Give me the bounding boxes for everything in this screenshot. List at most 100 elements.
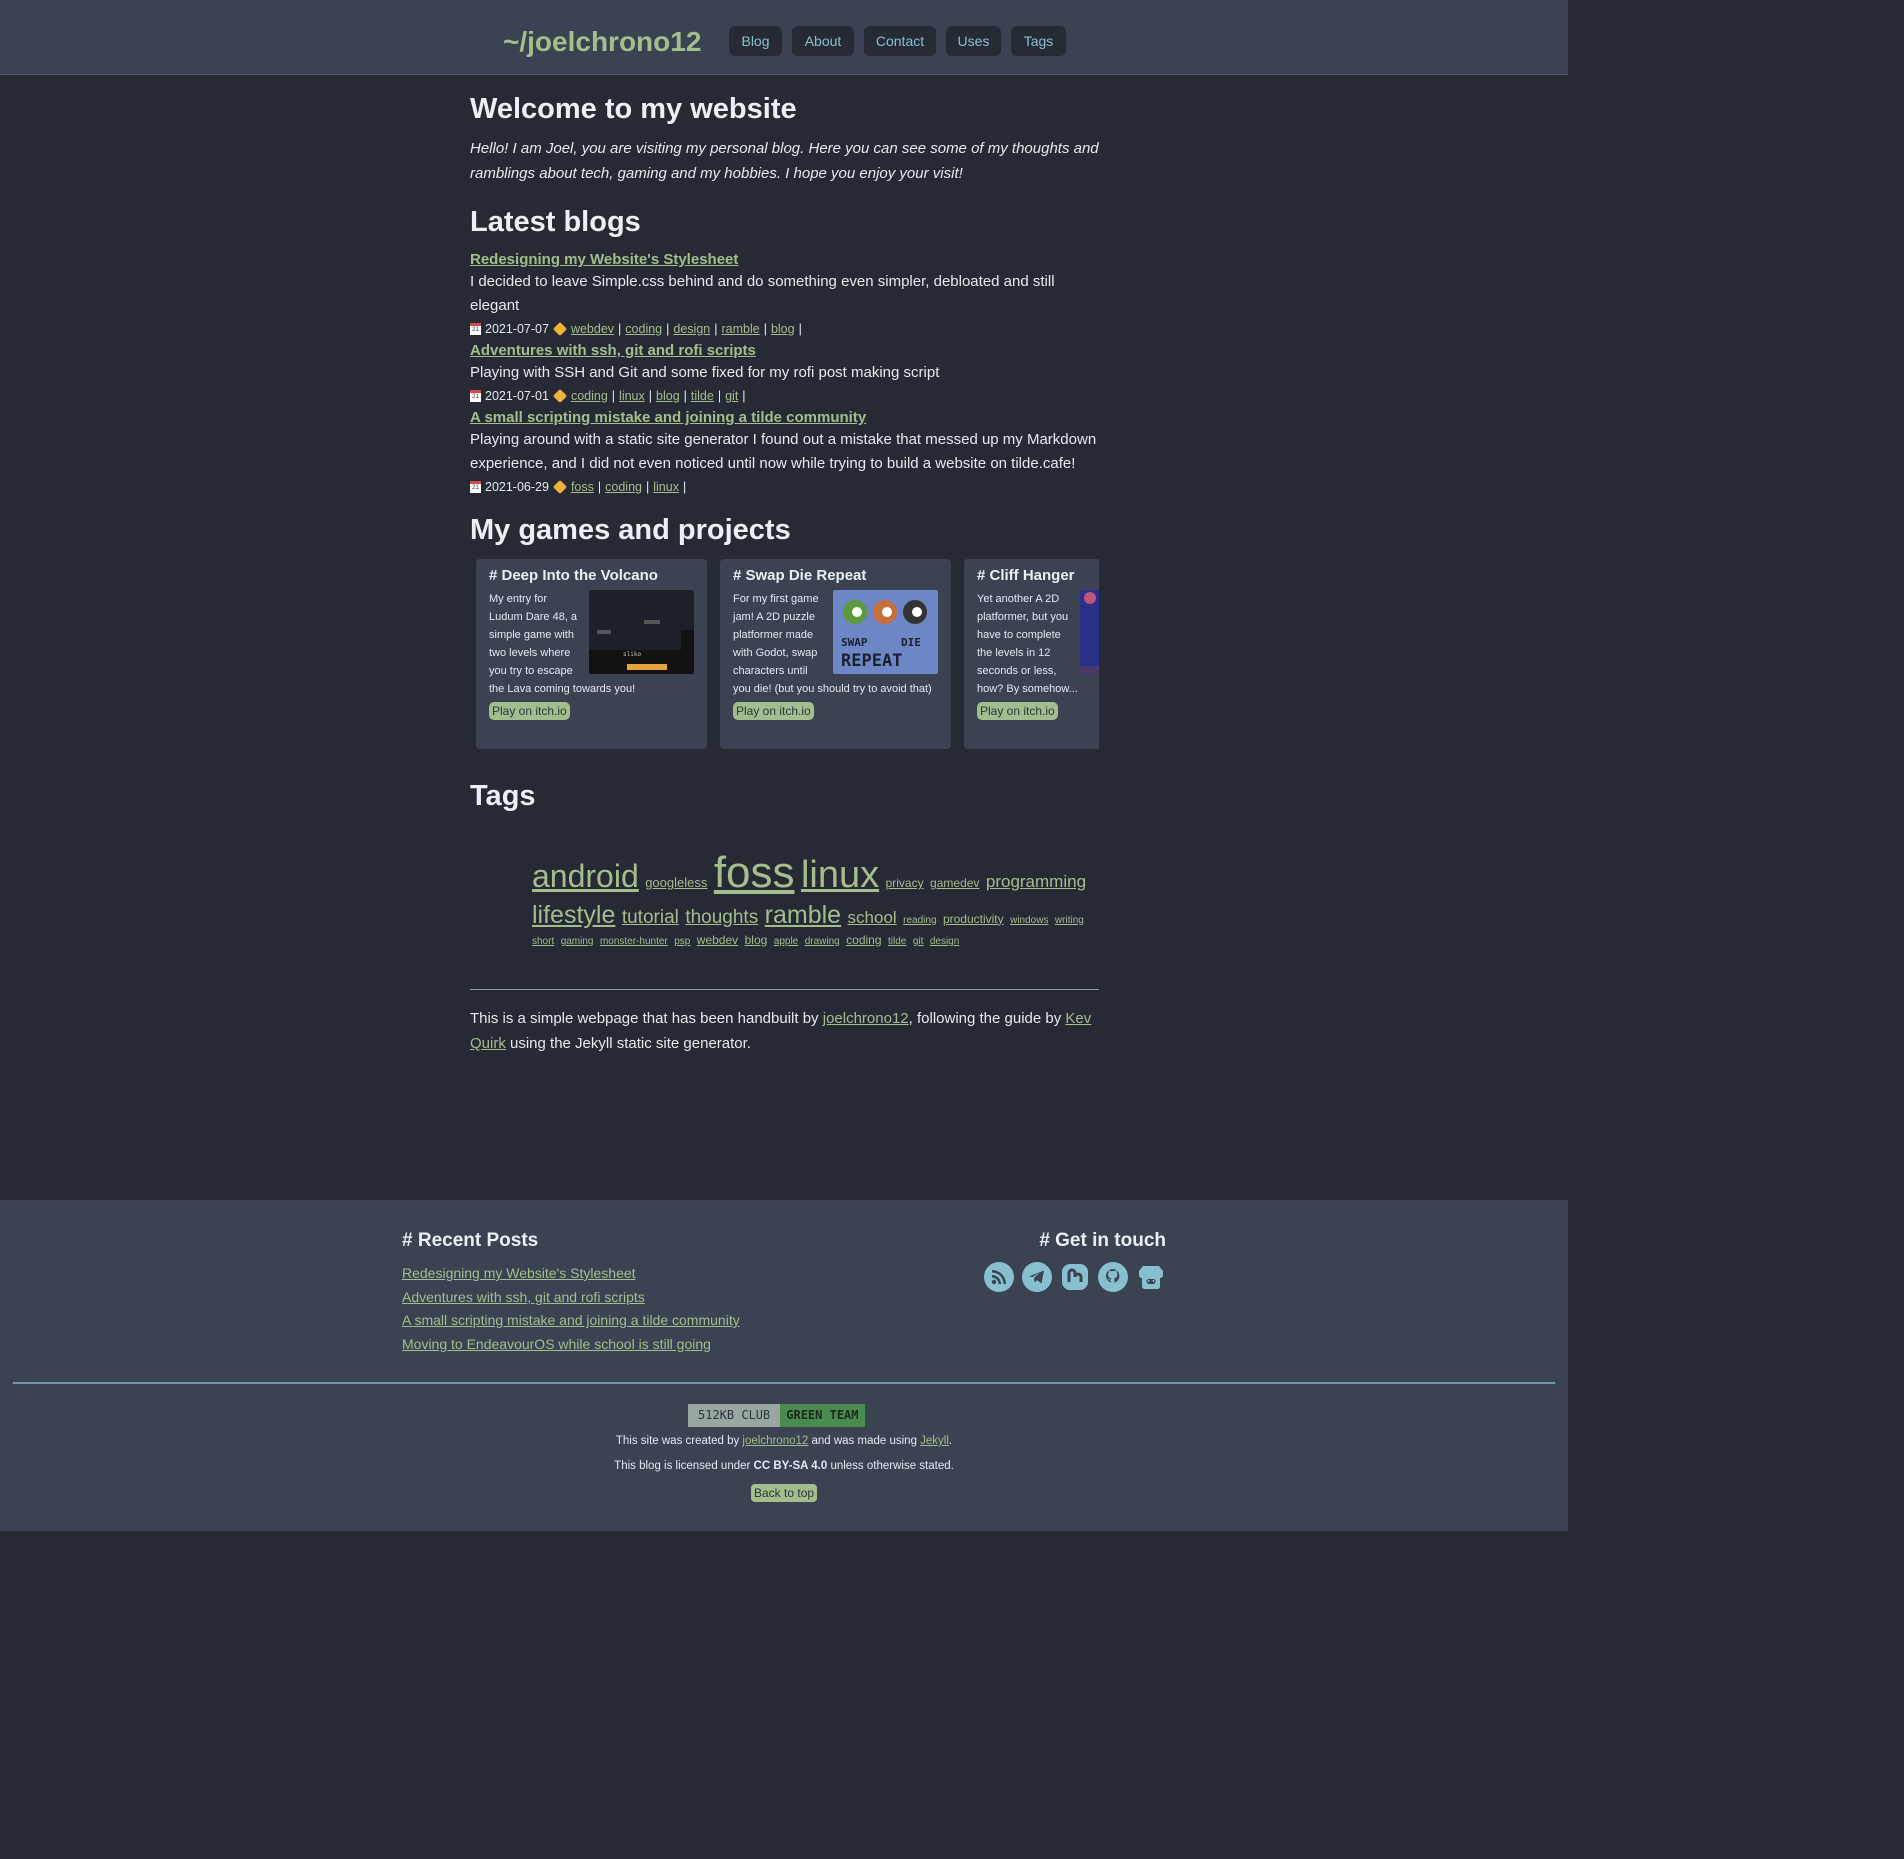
mastodon-icon[interactable] [1060,1262,1090,1292]
calendar-icon: 21 [470,323,481,335]
tag-cloud-link[interactable]: productivity [943,912,1004,926]
tag-separator: | [798,322,802,336]
tag-cloud-link[interactable]: drawing [805,936,840,947]
tag-cloud-link[interactable]: blog [745,933,768,947]
tag-cloud-link[interactable]: programming [986,872,1086,891]
tag-cloud: android googleless foss linux privacy ga… [532,847,1092,949]
post-meta: 21 2021-07-07 webdev | coding | design | ra… [470,321,1099,337]
post-tag-link[interactable]: ramble [721,322,759,336]
tag-cloud-link[interactable]: android [532,858,639,894]
jekyll-link[interactable]: Jekyll [920,1435,949,1447]
post-date: 2021-06-29 [485,480,549,494]
tag-separator: | [645,480,650,494]
tag-separator: | [682,480,687,494]
play-itch-button[interactable]: Play on itch.io [977,702,1058,720]
tag-icon [552,321,568,337]
tag-separator: | [666,322,670,336]
welcome-heading: Welcome to my website [470,93,797,125]
post-tag-link[interactable]: blog [771,322,795,336]
main-nav: Blog About Contact Uses Tags [729,26,1066,56]
post-description: I decided to leave Simple.css behind and… [470,273,1055,314]
tag-cloud-link[interactable]: apple [774,936,798,947]
tag-cloud-link[interactable]: tutorial [622,907,679,928]
tag-cloud-link[interactable]: googleless [645,875,707,890]
author-link[interactable]: joelchrono12 [823,1010,909,1027]
tag-cloud-link[interactable]: reading [903,915,936,926]
post-tag-link[interactable]: blog [656,389,680,403]
telegram-icon[interactable] [1022,1262,1052,1292]
tag-cloud-link[interactable]: school [848,908,897,927]
main-content: Welcome to my website Hello! I am Joel, … [470,75,1099,1056]
tag-cloud-link[interactable]: writing [1055,915,1084,926]
tag-cloud-link[interactable]: gamedev [930,876,979,890]
tag-cloud-link[interactable]: gaming [561,936,594,947]
license-line: This blog is licensed under CC BY-SA 4.0… [0,1460,1568,1472]
tag-cloud-link[interactable]: psp [674,936,690,947]
nav-blog[interactable]: Blog [729,26,782,56]
tag-cloud-link[interactable]: lifestyle [532,901,615,929]
tag-cloud-link[interactable]: git [913,936,924,947]
tag-cloud-link[interactable]: linux [801,854,879,896]
post-entry: A small scripting mistake and joining a … [470,409,1099,495]
nav-tags[interactable]: Tags [1011,26,1066,56]
tag-separator: | [597,480,602,494]
tag-separator: | [648,389,653,403]
post-tag-link[interactable]: coding [571,389,608,403]
post-title-link[interactable]: Redesigning my Website's Stylesheet [470,251,1099,268]
site-footnote: This is a simple webpage that has been h… [470,1006,1099,1056]
license-text: unless otherwise stated. [827,1460,954,1472]
nav-uses[interactable]: Uses [946,26,1001,56]
badge-team: GREEN TEAM [780,1404,865,1427]
rss-icon[interactable] [984,1262,1014,1292]
post-tag-link[interactable]: coding [625,322,662,336]
tag-cloud-link[interactable]: foss [714,848,795,897]
post-tag-link[interactable]: foss [571,480,594,494]
site-header: ~/joelchrono12 Blog About Contact Uses T… [0,0,1568,75]
tag-cloud-link[interactable]: monster-hunter [600,936,668,947]
tag-cloud-link[interactable]: thoughts [685,907,758,928]
itchio-icon[interactable] [1136,1262,1166,1292]
recent-posts-heading: # Recent Posts [402,1230,539,1251]
creator-link[interactable]: joelchrono12 [742,1435,808,1447]
post-tag-link[interactable]: linux [653,480,679,494]
post-title-link[interactable]: Adventures with ssh, git and rofi script… [470,342,1099,359]
post-tag-link[interactable]: coding [605,480,642,494]
recent-post-link[interactable]: Redesigning my Website's Stylesheet [402,1262,740,1286]
svg-text:REPEAT: REPEAT [841,651,902,671]
post-title-link[interactable]: A small scripting mistake and joining a … [470,409,1099,426]
recent-post-link[interactable]: Moving to EndeavourOS while school is st… [402,1333,740,1357]
tag-separator: | [618,322,622,336]
site-title-link[interactable]: ~/joelchrono12 [503,26,701,58]
tag-cloud-link[interactable]: webdev [697,933,738,947]
recent-post-link[interactable]: A small scripting mistake and joining a … [402,1309,740,1333]
tag-separator: | [714,322,718,336]
get-in-touch-heading: # Get in touch [1039,1230,1166,1251]
tag-cloud-link[interactable]: design [930,936,959,947]
game-card: # Swap Die Repeat SWAP DIE REPEAT For my… [720,559,951,749]
post-tag-link[interactable]: tilde [691,389,714,403]
tag-separator: | [742,389,746,403]
tag-separator: | [611,389,616,403]
github-icon[interactable] [1098,1262,1128,1292]
tag-cloud-link[interactable]: ramble [765,901,841,929]
play-itch-button[interactable]: Play on itch.io [733,702,814,720]
recent-post-link[interactable]: Adventures with ssh, git and rofi script… [402,1286,740,1310]
tag-cloud-link[interactable]: coding [846,933,881,947]
nav-about[interactable]: About [792,26,854,56]
back-to-top-button[interactable]: Back to top [751,1484,818,1502]
tag-cloud-link[interactable]: tilde [888,936,906,947]
tag-cloud-link[interactable]: short [532,936,554,947]
tag-cloud-link[interactable]: windows [1010,915,1048,926]
tag-cloud-link[interactable]: privacy [886,876,924,890]
post-tag-link[interactable]: git [725,389,738,403]
post-tag-link[interactable]: linux [619,389,645,403]
game-thumbnail-image: sliko [589,590,694,674]
512kb-club-badge[interactable]: 512KB CLUB GREEN TEAM [688,1404,865,1427]
games-carousel[interactable]: # Deep Into the Volcano sliko My entry f… [476,559,1099,754]
post-tag-link[interactable]: design [673,322,710,336]
nav-contact[interactable]: Contact [864,26,936,56]
game-card: # Deep Into the Volcano sliko My entry f… [476,559,707,749]
post-tag-link[interactable]: webdev [571,322,614,336]
tag-separator: | [763,322,767,336]
play-itch-button[interactable]: Play on itch.io [489,702,570,720]
